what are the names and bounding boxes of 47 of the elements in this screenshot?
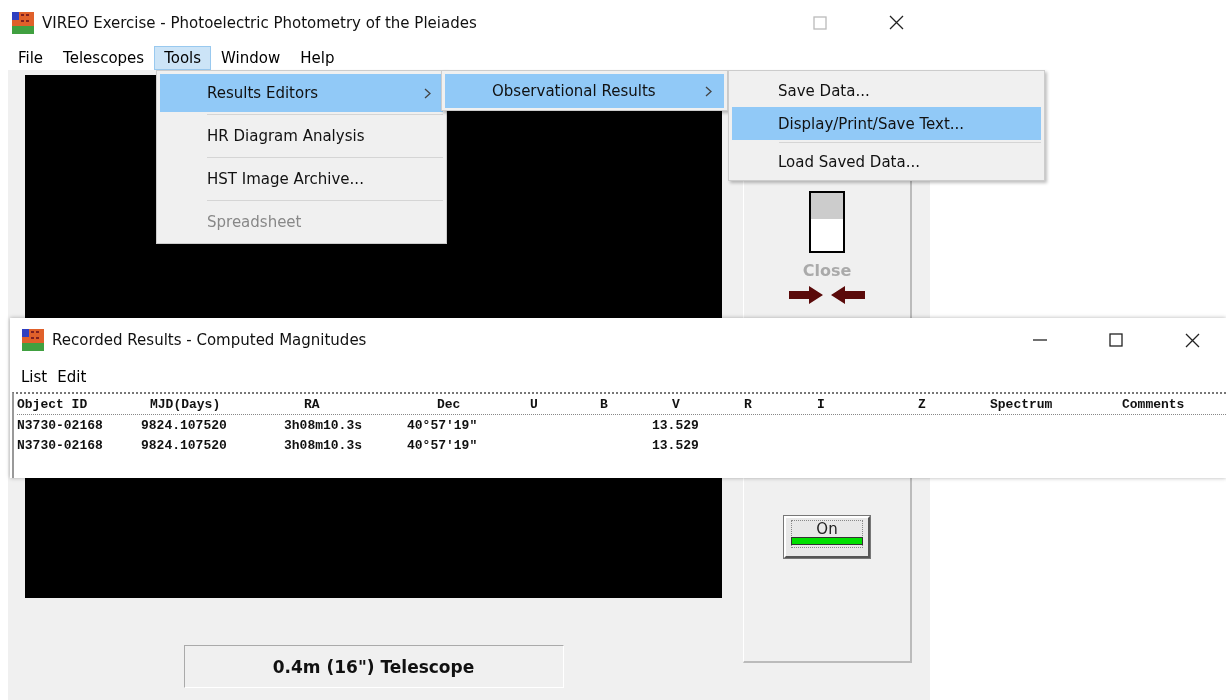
menu-item[interactable]: Edit [52,368,92,386]
menu-item[interactable]: Window [211,45,291,70]
column-header: R [744,396,752,412]
column-header: U [530,396,538,412]
column-header: Object ID [17,396,88,412]
menu-item[interactable]: Tools [154,45,212,70]
menu-item[interactable]: Save Data... [732,74,1041,107]
table-cell: 13.529 [652,437,699,453]
table-cell: 13.529 [652,417,699,433]
menu-item[interactable]: Observational Results [445,74,724,108]
menu-item[interactable]: File [8,45,54,70]
column-header: Dec [437,396,461,412]
table-cell: N3730-02168 [17,437,103,453]
close-icon[interactable] [1184,332,1200,348]
column-header: Comments [1122,396,1185,412]
app-icon [12,11,34,34]
close-icon[interactable] [888,15,904,30]
window-title: VIREO Exercise - Photoelectric Photometry of the Pleiades [42,13,478,32]
column-header: I [817,396,825,412]
menu-item[interactable]: Load Saved Data... [732,145,1041,178]
menu-item[interactable]: Help [290,45,345,70]
table-cell: N3730-02168 [17,417,103,433]
menu-item[interactable]: HST Image Archive... [160,160,443,198]
app-icon [22,329,44,351]
inward-arrows-icon [789,286,865,304]
table-cell: 9824.107520 [141,417,227,433]
maximize-icon[interactable] [1109,333,1123,347]
table-cell: 3h08m10.3s [284,417,362,433]
column-header: RA [304,396,320,412]
window-title: Recorded Results - Computed Magnitudes [52,331,368,349]
table-cell: 40°57'19" [407,417,478,433]
column-header: Z [918,396,926,412]
menu-item[interactable]: List [16,368,53,386]
column-header: B [600,396,608,412]
table-cell: 40°57'19" [407,437,478,453]
switch-label: Close [802,261,852,280]
column-header: V [672,396,680,412]
column-header: MJD(Days) [150,396,221,412]
menu-item[interactable]: Telescopes [53,45,155,70]
menu-item[interactable]: Results Editors [160,74,443,112]
menu-item[interactable]: Display/Print/Save Text... [732,107,1041,140]
power-button[interactable]: On [784,516,870,558]
table-cell: 3h08m10.3s [284,437,362,453]
menu-item[interactable]: HR Diagram Analysis [160,117,443,155]
table-cell: 9824.107520 [141,437,227,453]
column-header: Spectrum [990,396,1053,412]
telescope-label: 0.4m (16") Telescope [183,645,564,688]
